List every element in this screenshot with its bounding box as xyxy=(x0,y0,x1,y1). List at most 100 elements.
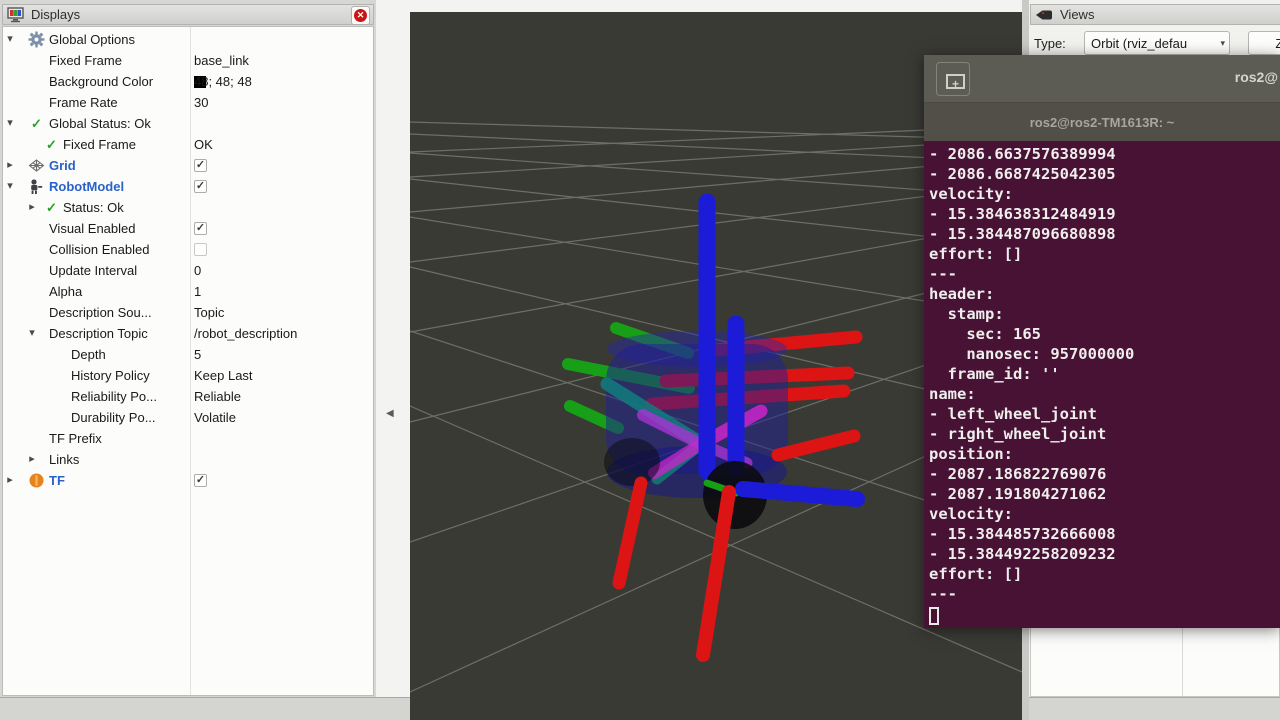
type-label: Type: xyxy=(1034,36,1066,51)
property-label: Visual Enabled xyxy=(49,221,136,236)
tree-row-collision-enabled[interactable]: Collision Enabled xyxy=(3,239,373,260)
property-value[interactable]: base_link xyxy=(194,53,249,68)
views-type-row: Type: Orbit (rviz_defau ▾ Ze xyxy=(1030,30,1280,56)
tree-row-global-status[interactable]: ▾ ✓ Global Status: Ok xyxy=(3,113,373,134)
terminal-tab-label[interactable]: ros2@ros2-TM1613R: ~ xyxy=(1030,115,1175,130)
property-value[interactable]: Keep Last xyxy=(194,368,253,383)
property-label: Status: Ok xyxy=(63,200,124,215)
displays-panel-icon xyxy=(7,7,25,23)
tree-row-tf[interactable]: ▸ TF ✓ xyxy=(3,470,373,491)
property-label: Fixed Frame xyxy=(63,137,136,152)
expander-icon[interactable]: ▾ xyxy=(5,179,15,192)
property-label: History Policy xyxy=(71,368,150,383)
tree-row-reliability-policy[interactable]: Reliability Po... Reliable xyxy=(3,386,373,407)
terminal-headerbar[interactable]: + ros2@ xyxy=(924,55,1280,103)
displays-titlebar[interactable]: Displays ✕ xyxy=(2,4,374,25)
displays-panel-title: Displays xyxy=(31,7,80,22)
displays-panel-footer xyxy=(0,697,410,720)
visual-enabled-checkbox[interactable]: ✓ xyxy=(194,222,207,235)
tree-row-history-policy[interactable]: History Policy Keep Last xyxy=(3,365,373,386)
tree-row-durability-policy[interactable]: Durability Po... Volatile xyxy=(3,407,373,428)
terminal-tab-bar[interactable]: ros2@ros2-TM1613R: ~ xyxy=(924,103,1280,141)
property-value[interactable]: 48; 48; 48 xyxy=(194,74,252,89)
property-value[interactable]: 1 xyxy=(194,284,201,299)
views-titlebar[interactable]: Views xyxy=(1030,4,1280,25)
property-label: Fixed Frame xyxy=(49,53,122,68)
property-label: Durability Po... xyxy=(71,410,156,425)
tree-row-frame-rate[interactable]: Frame Rate 30 xyxy=(3,92,373,113)
property-value[interactable]: Reliable xyxy=(194,389,241,404)
property-label: Update Interval xyxy=(49,263,137,278)
tree-row-fixed-frame[interactable]: Fixed Frame base_link xyxy=(3,50,373,71)
tree-row-links[interactable]: ▸ Links xyxy=(3,449,373,470)
property-label: Links xyxy=(49,452,79,467)
zero-button[interactable]: Ze xyxy=(1248,31,1280,55)
property-value[interactable]: Topic xyxy=(194,305,224,320)
expander-icon[interactable]: ▾ xyxy=(5,116,15,129)
tree-row-grid[interactable]: ▸ Grid ✓ xyxy=(3,155,373,176)
toolbar-bottom-strip xyxy=(410,0,1022,12)
gear-icon xyxy=(28,31,45,48)
rviz-window: Displays ✕ ▾ xyxy=(0,0,1280,720)
property-value[interactable]: 0 xyxy=(194,263,201,278)
enabled-checkbox[interactable]: ✓ xyxy=(194,180,207,193)
new-window-icon: + xyxy=(946,74,965,89)
displays-panel: Displays ✕ ▾ xyxy=(0,0,376,720)
tree-row-visual-enabled[interactable]: Visual Enabled ✓ xyxy=(3,218,373,239)
property-label: Frame Rate xyxy=(49,95,118,110)
tree-row-robotmodel-status[interactable]: ▸ ✓ Status: Ok xyxy=(3,197,373,218)
close-button[interactable]: ✕ xyxy=(351,6,370,25)
property-value[interactable]: 5 xyxy=(194,347,201,362)
tree-row-alpha[interactable]: Alpha 1 xyxy=(3,281,373,302)
terminal-window[interactable]: + ros2@ ros2@ros2-TM1613R: ~ - 2086.6637… xyxy=(924,55,1280,628)
tree-row-description-source[interactable]: Description Sou... Topic xyxy=(3,302,373,323)
tf-axis-blue-horizontal xyxy=(743,489,857,499)
property-value[interactable]: 30 xyxy=(194,95,208,110)
terminal-output-text: - 2086.6637576389994 - 2086.668742504230… xyxy=(924,141,1280,604)
property-label: TF Prefix xyxy=(49,431,102,446)
enabled-checkbox[interactable]: ✓ xyxy=(194,159,207,172)
expander-icon[interactable]: ▸ xyxy=(27,452,37,465)
tree-row-global-options[interactable]: ▾ Global Options xyxy=(3,29,373,50)
enabled-checkbox[interactable]: ✓ xyxy=(194,474,207,487)
tree-row-description-topic[interactable]: ▾ Description Topic /robot_description xyxy=(3,323,373,344)
property-value[interactable]: Volatile xyxy=(194,410,236,425)
collision-enabled-checkbox[interactable] xyxy=(194,243,207,256)
terminal-output[interactable]: - 2086.6637576389994 - 2086.668742504230… xyxy=(924,141,1280,628)
terminal-cursor xyxy=(929,607,939,625)
property-value[interactable]: /robot_description xyxy=(194,326,297,341)
tree-row-background-color[interactable]: Background Color 48; 48; 48 xyxy=(3,71,373,92)
tree-row-depth[interactable]: Depth 5 xyxy=(3,344,373,365)
property-value: OK xyxy=(194,137,213,152)
tree-row-tf-prefix[interactable]: TF Prefix xyxy=(3,428,373,449)
expander-icon[interactable]: ▾ xyxy=(5,32,15,45)
chevron-down-icon: ▾ xyxy=(1220,38,1225,49)
property-label: Global Options xyxy=(49,32,135,47)
views-panel-title: Views xyxy=(1060,7,1094,22)
expander-icon[interactable]: ▸ xyxy=(5,473,15,486)
tree-row-global-status-fixed-frame[interactable]: ✓ Fixed Frame OK xyxy=(3,134,373,155)
property-label: Description Topic xyxy=(49,326,148,341)
status-ok-icon: ✓ xyxy=(43,137,60,154)
status-ok-icon: ✓ xyxy=(43,200,60,217)
view-type-dropdown[interactable]: Orbit (rviz_defau ▾ xyxy=(1084,31,1230,55)
display-name: Grid xyxy=(49,158,76,173)
property-label: Background Color xyxy=(49,74,153,89)
views-panel-footer xyxy=(1029,697,1280,720)
panel-splitter[interactable]: ◀ xyxy=(376,0,410,720)
expander-icon[interactable]: ▸ xyxy=(27,200,37,213)
tree-row-robotmodel[interactable]: ▾ RobotModel ✓ xyxy=(3,176,373,197)
property-label: Global Status: Ok xyxy=(49,116,151,131)
views-camera-icon xyxy=(1035,8,1054,22)
collapse-left-icon[interactable]: ◀ xyxy=(386,408,394,419)
expander-icon[interactable]: ▾ xyxy=(27,326,37,339)
view-type-value: Orbit (rviz_defau xyxy=(1091,36,1187,51)
displays-property-tree: ▾ Global Options Fixed xyxy=(2,26,374,696)
property-label: Alpha xyxy=(49,284,82,299)
grid-icon xyxy=(28,157,45,174)
tree-row-update-interval[interactable]: Update Interval 0 xyxy=(3,260,373,281)
display-name: RobotModel xyxy=(49,179,124,194)
expander-icon[interactable]: ▸ xyxy=(5,158,15,171)
display-name: TF xyxy=(49,473,65,488)
new-tab-button[interactable]: + xyxy=(936,62,970,96)
